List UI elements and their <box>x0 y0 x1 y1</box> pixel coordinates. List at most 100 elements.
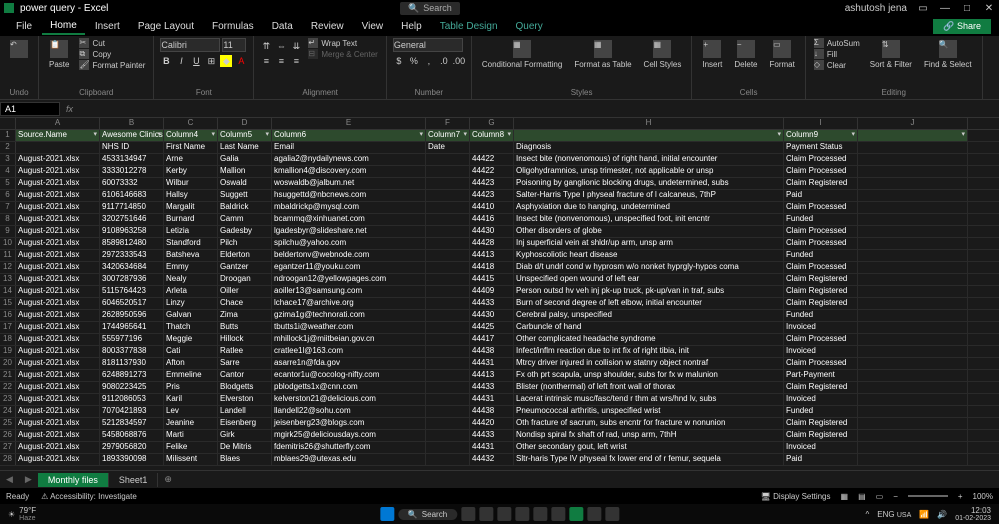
align-right-button[interactable]: ≡ <box>290 55 302 67</box>
table-cell[interactable] <box>426 442 470 453</box>
app-icon[interactable] <box>515 507 529 521</box>
row-number[interactable]: 4 <box>0 166 16 177</box>
table-header-cell[interactable]: Column5 <box>218 130 272 141</box>
table-cell[interactable]: Linzy <box>164 298 218 309</box>
table-cell[interactable]: Invoiced <box>784 394 858 405</box>
accessibility-status[interactable]: ⚠ Accessibility: Investigate <box>41 492 137 501</box>
table-cell[interactable]: kelverston21@delicious.com <box>272 394 426 405</box>
taskbar-search[interactable]: 🔍Search <box>398 509 457 520</box>
table-cell[interactable]: kmallion4@discovery.com <box>272 166 426 177</box>
sheet-tab-monthly[interactable]: Monthly files <box>38 473 109 487</box>
bold-button[interactable]: B <box>160 55 172 67</box>
table-cell[interactable]: Claim Processed <box>784 166 858 177</box>
spreadsheet-grid[interactable]: 1Source.NameAwesome ClinicsColumn4Column… <box>0 130 999 466</box>
table-cell[interactable]: mhillock1j@miitbeian.gov.cn <box>272 334 426 345</box>
table-cell[interactable]: Lev <box>164 406 218 417</box>
table-cell[interactable]: August-2021.xlsx <box>16 442 100 453</box>
table-cell[interactable]: Pris <box>164 382 218 393</box>
table-cell[interactable]: 44430 <box>470 310 514 321</box>
table-cell[interactable]: August-2021.xlsx <box>16 418 100 429</box>
table-cell[interactable]: Blodgetts <box>218 382 272 393</box>
row-number[interactable]: 18 <box>0 334 16 345</box>
table-header-cell[interactable]: Source.Name <box>16 130 100 141</box>
table-cell[interactable] <box>426 262 470 273</box>
table-cell[interactable]: Cantor <box>218 370 272 381</box>
titlebar-search[interactable]: 🔍 Search <box>400 2 460 15</box>
table-cell[interactable]: Gadesby <box>218 226 272 237</box>
table-cell[interactable]: pblodgetts1x@cnn.com <box>272 382 426 393</box>
table-cell[interactable]: woswaldb@jalbum.net <box>272 178 426 189</box>
view-normal-icon[interactable]: ▦ <box>841 492 849 501</box>
table-cell[interactable]: lgadesbyr@slideshare.net <box>272 226 426 237</box>
table-cell[interactable]: Letizia <box>164 226 218 237</box>
table-cell[interactable]: August-2021.xlsx <box>16 322 100 333</box>
sort-filter-button[interactable]: ⇅Sort & Filter <box>866 38 916 71</box>
table-cell[interactable]: August-2021.xlsx <box>16 214 100 225</box>
table-cell[interactable]: Kyphoscoliotic heart disease <box>514 250 784 261</box>
table-cell[interactable] <box>426 406 470 417</box>
table-cell[interactable]: 44422 <box>470 166 514 177</box>
table-cell[interactable]: Camm <box>218 214 272 225</box>
table-header-cell[interactable]: Column8 <box>470 130 514 141</box>
comma-button[interactable]: , <box>423 55 435 67</box>
table-cell[interactable]: 5115764423 <box>100 286 164 297</box>
table-cell[interactable]: Emmy <box>164 262 218 273</box>
align-center-button[interactable]: ≡ <box>275 55 287 67</box>
table-cell[interactable]: Galia <box>218 154 272 165</box>
table-cell[interactable] <box>426 226 470 237</box>
table-cell[interactable]: De Mitris <box>218 442 272 453</box>
table-cell[interactable] <box>858 334 968 345</box>
table-cell[interactable]: Poisoning by ganglionic blocking drugs, … <box>514 178 784 189</box>
table-cell[interactable]: 7070421893 <box>100 406 164 417</box>
table-cell[interactable]: Butts <box>218 322 272 333</box>
table-cell[interactable]: August-2021.xlsx <box>16 154 100 165</box>
font-color-button[interactable]: A <box>235 55 247 67</box>
table-cell[interactable]: 3333012278 <box>100 166 164 177</box>
table-header-cell[interactable]: Column9 <box>784 130 858 141</box>
table-cell[interactable]: August-2021.xlsx <box>16 262 100 273</box>
table-cell[interactable]: 555977196 <box>100 334 164 345</box>
table-cell[interactable]: tbutts1i@weather.com <box>272 322 426 333</box>
table-cell[interactable]: 44431 <box>470 394 514 405</box>
table-cell[interactable]: Elderton <box>218 250 272 261</box>
display-settings[interactable]: 🖥 Display Settings <box>761 492 831 501</box>
table-cell[interactable]: August-2021.xlsx <box>16 202 100 213</box>
format-as-table-button[interactable]: ▦Format as Table <box>570 38 635 71</box>
edge-icon[interactable] <box>497 507 511 521</box>
decrease-decimal-button[interactable]: .00 <box>453 55 465 67</box>
table-cell[interactable] <box>858 166 968 177</box>
table-cell[interactable]: August-2021.xlsx <box>16 370 100 381</box>
table-cell[interactable]: Standford <box>164 238 218 249</box>
table-cell[interactable] <box>426 178 470 189</box>
table-header-cell[interactable]: Column6 <box>272 130 426 141</box>
table-cell[interactable]: Claim Registered <box>784 286 858 297</box>
zoom-slider[interactable] <box>908 495 948 497</box>
table-cell[interactable] <box>858 370 968 381</box>
table-cell[interactable]: August-2021.xlsx <box>16 358 100 369</box>
table-cell[interactable]: August-2021.xlsx <box>16 430 100 441</box>
table-cell[interactable]: Felike <box>164 442 218 453</box>
table-cell[interactable]: Milissent <box>164 454 218 465</box>
tab-help[interactable]: Help <box>393 19 430 34</box>
table-cell[interactable]: Mtrcy driver injured in collision w stat… <box>514 358 784 369</box>
table-cell[interactable]: Thatch <box>164 322 218 333</box>
zoom-level[interactable]: 100% <box>973 492 993 501</box>
table-cell[interactable] <box>426 286 470 297</box>
table-cell[interactable]: 60073332 <box>100 178 164 189</box>
table-cell[interactable]: Kerby <box>164 166 218 177</box>
autosum-button[interactable]: ΣAutoSum <box>812 38 862 48</box>
table-cell[interactable]: Oth fracture of sacrum, subs encntr for … <box>514 418 784 429</box>
table-cell[interactable]: Blaes <box>218 454 272 465</box>
table-cell[interactable] <box>858 442 968 453</box>
table-cell[interactable]: Nealy <box>164 274 218 285</box>
table-cell[interactable]: lchace17@archive.org <box>272 298 426 309</box>
table-cell[interactable]: 44431 <box>470 442 514 453</box>
table-cell[interactable]: jeisenberg23@blogs.com <box>272 418 426 429</box>
row-number[interactable]: 9 <box>0 226 16 237</box>
table-cell[interactable]: Droogan <box>218 274 272 285</box>
clock-time[interactable]: 12:03 <box>955 506 991 515</box>
add-sheet-button[interactable]: ⊕ <box>158 474 178 485</box>
table-cell[interactable] <box>426 346 470 357</box>
table-cell[interactable]: August-2021.xlsx <box>16 226 100 237</box>
explorer-icon[interactable] <box>479 507 493 521</box>
